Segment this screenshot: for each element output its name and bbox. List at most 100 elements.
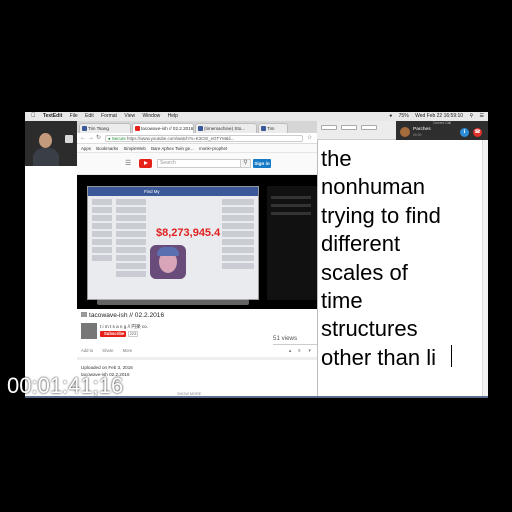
text-line: structures <box>321 316 418 342</box>
facebook-left-column <box>92 199 112 263</box>
document-text[interactable]: the nonhuman trying to find different sc… <box>321 145 481 372</box>
webcam-feed <box>25 121 77 166</box>
webcam-person-head <box>39 133 52 148</box>
textedit-document[interactable]: the nonhuman trying to find different sc… <box>317 140 488 398</box>
hair <box>157 247 179 256</box>
tab-tim[interactable]: Tim <box>258 123 288 133</box>
youtube-search-input[interactable]: Search <box>157 159 241 168</box>
tab-timemachine[interactable]: (timemachine) Sto... <box>195 123 257 133</box>
section-divider <box>77 357 333 360</box>
menu-view[interactable]: View <box>124 112 135 121</box>
size-dropdown[interactable] <box>361 125 377 130</box>
youtube-header: ☰ Search ⚲ Sign in <box>77 153 333 175</box>
video-dock <box>97 299 249 305</box>
paragraph-style-dropdown[interactable] <box>321 125 337 130</box>
menu-file[interactable]: File <box>70 112 78 121</box>
forward-icon[interactable]: → <box>88 135 94 142</box>
subscribe-button[interactable]: Subscribe <box>100 331 126 337</box>
facebook-topbar: Find My <box>88 187 258 196</box>
bookmark-simpleweb[interactable]: SimpleWeb <box>123 144 145 153</box>
tab-label: Tim <box>267 126 275 131</box>
call-header: Current Call <box>432 121 452 125</box>
thumbs-down-icon[interactable]: ▼ <box>308 348 312 353</box>
lock-icon: ● <box>108 136 111 141</box>
facebook-icon <box>82 126 87 131</box>
text-cursor <box>451 345 452 367</box>
apple-icon[interactable]:  <box>31 112 36 121</box>
channel-avatar[interactable] <box>81 323 97 339</box>
wifi-icon[interactable]: ● <box>389 112 392 121</box>
tab-label: (timemachine) Sto... <box>204 126 246 131</box>
call-notification: Current Call Parches 00:00 ℹ ☎ <box>396 121 488 140</box>
video-player[interactable]: Find My $8,273,945.4 <box>77 175 333 309</box>
upload-date: Uploaded on Feb 3, 2016 <box>81 365 133 370</box>
url-text: https://www.youtube.com/watch?v=K3C8r_eG… <box>127 136 235 141</box>
facebook-right-column <box>222 199 254 271</box>
facebook-icon <box>198 126 203 131</box>
address-bar-row: ← → ↻ ● Secure https://www.youtube.com/w… <box>77 133 333 144</box>
webcam-lamp <box>65 135 73 143</box>
font-dropdown[interactable] <box>341 125 357 130</box>
menu-window[interactable]: Window <box>142 112 160 121</box>
youtube-logo[interactable] <box>139 159 152 168</box>
money-overlay-text: $8,273,945.4 <box>156 227 221 239</box>
tab-label: Tim Tsang <box>88 126 109 131</box>
tab-tim-tsang[interactable]: Tim Tsang <box>79 123 131 133</box>
video-title-text: tacowave-ish // 02.2.2016 <box>89 312 165 319</box>
youtube-icon <box>135 126 140 131</box>
facebook-friends-column <box>116 199 146 279</box>
text-line: trying to find <box>321 202 441 228</box>
url-field[interactable]: ● Secure https://www.youtube.com/watch?v… <box>105 135 303 142</box>
bookmark-monk-prophet[interactable]: monk+prophet <box>199 144 227 153</box>
like-ratio-bar <box>273 344 320 345</box>
tab-strip: Tim Tsang tacowave-ish // 02.2.2016 (tim… <box>77 121 333 133</box>
menu-help[interactable]: Help <box>168 112 178 121</box>
text-line: nonhuman <box>321 174 425 200</box>
sign-in-button[interactable]: Sign in <box>253 159 271 168</box>
vertical-scrollbar[interactable] <box>482 140 488 398</box>
like-dislike: ▲9 ▼0 <box>282 348 320 353</box>
menubar-clock[interactable]: Wed Feb 22 16:59:10 <box>415 112 463 121</box>
more-button[interactable]: More <box>123 348 133 353</box>
accept-call-button[interactable]: ℹ <box>460 128 469 137</box>
reload-icon[interactable]: ↻ <box>96 135 101 142</box>
search-icon[interactable]: ⚲ <box>240 159 251 168</box>
bookmark-aphex[interactable]: Bare Aphex Twin ge... <box>151 144 194 153</box>
bookmark-apps[interactable]: Apps <box>81 144 91 153</box>
video-actions: Add to Share More <box>81 348 140 353</box>
bookmarks-bar: Apps Bookmarks SimpleWeb Bare Aphex Twin… <box>77 144 333 153</box>
hamburger-icon[interactable]: ☰ <box>125 159 131 167</box>
video-frame-screen: Find My $8,273,945.4 <box>87 186 259 300</box>
thumbs-up-icon[interactable]: ▲ <box>288 348 292 353</box>
channel-name[interactable]: t i m t s a n g // 円楽 co. <box>100 324 148 330</box>
textedit-toolbar <box>317 121 396 140</box>
rendered-face-image <box>150 245 186 279</box>
menubar-app-name[interactable]: TextEdit <box>43 112 62 121</box>
caller-name: Parches <box>413 127 431 132</box>
caller-avatar <box>400 127 410 137</box>
call-duration: 00:00 <box>413 133 422 137</box>
tab-youtube[interactable]: tacowave-ish // 02.2.2016 <box>132 123 194 133</box>
video-title: tacowave-ish // 02.2.2016 <box>81 312 164 319</box>
text-line: different <box>321 231 401 257</box>
subscriber-count: 223 <box>128 331 138 337</box>
end-call-button[interactable]: ☎ <box>473 128 482 137</box>
text-line: scales of <box>321 259 408 285</box>
text-line: other than li <box>321 344 436 370</box>
chrome-browser-window: Tim Tsang tacowave-ish // 02.2.2016 (tim… <box>77 121 334 398</box>
star-icon[interactable]: ☆ <box>307 135 312 142</box>
playlist-icon <box>81 312 87 317</box>
timecode-overlay: 00:01:41;16 <box>7 373 124 398</box>
menu-edit[interactable]: Edit <box>85 112 94 121</box>
share-button[interactable]: Share <box>102 348 113 353</box>
bookmark-bookmarks[interactable]: Bookmarks <box>96 144 118 153</box>
menu-format[interactable]: Format <box>101 112 117 121</box>
back-icon[interactable]: ← <box>80 135 86 142</box>
battery-label[interactable]: 75% <box>399 112 409 121</box>
menu-list-icon[interactable]: ☰ <box>480 112 484 121</box>
facebook-icon <box>261 126 266 131</box>
text-line: time <box>321 287 363 313</box>
search-icon[interactable]: ⚲ <box>469 112 473 121</box>
add-to-button[interactable]: Add to <box>81 348 93 353</box>
webcam-person-body <box>33 148 59 166</box>
